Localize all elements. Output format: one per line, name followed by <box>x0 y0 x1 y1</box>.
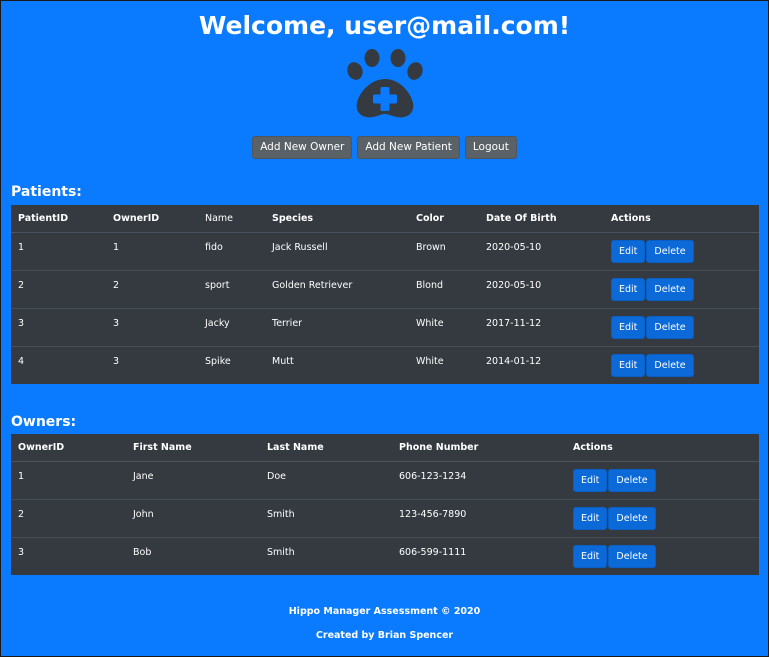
column-header-name: Name <box>198 205 265 233</box>
cell-color: White <box>409 346 479 384</box>
edit-owner-button[interactable]: Edit <box>573 545 608 568</box>
add-new-owner-button[interactable]: Add New Owner <box>252 136 353 159</box>
patients-heading: Patients: <box>11 184 82 200</box>
column-header-owner-id: OwnerID <box>11 434 126 462</box>
cell-name: Spike <box>198 346 265 384</box>
owners-header-row: OwnerID First Name Last Name Phone Numbe… <box>11 434 759 462</box>
cell-last-name: Doe <box>260 461 392 500</box>
cell-date-of-birth: 2020-05-10 <box>479 232 604 271</box>
edit-patient-button[interactable]: Edit <box>611 354 646 377</box>
delete-owner-button[interactable]: Delete <box>608 469 656 492</box>
delete-patient-button[interactable]: Delete <box>646 240 694 263</box>
column-header-phone-number: Phone Number <box>392 434 566 462</box>
cell-patient-id: 3 <box>11 308 106 347</box>
table-row: 3 3 Jacky Terrier White 2017-11-12 Edit D… <box>11 308 759 347</box>
page-title: Welcome, user@mail.com! <box>198 11 571 40</box>
cell-first-name: John <box>126 499 260 538</box>
delete-owner-button[interactable]: Delete <box>608 545 656 568</box>
table-row: 2 John Smith 123-456-7890 Edit Delete <box>11 499 759 538</box>
table-row: 1 1 fido Jack Russell Brown 2020-05-10 E… <box>11 232 759 271</box>
footer-copyright: Hippo Manager Assessment © 2020 <box>288 606 481 617</box>
edit-owner-button[interactable]: Edit <box>573 507 608 530</box>
footer-credit: Created by Brian Spencer <box>315 630 454 641</box>
patients-table: PatientID OwnerID Name Species Color Dat… <box>11 205 759 384</box>
cell-patient-id: 1 <box>11 232 106 271</box>
column-header-species: Species <box>265 205 409 233</box>
column-header-owner-id: OwnerID <box>106 205 198 233</box>
edit-patient-button[interactable]: Edit <box>611 278 646 301</box>
cell-date-of-birth: 2020-05-10 <box>479 270 604 309</box>
delete-patient-button[interactable]: Delete <box>646 354 694 377</box>
cell-species: Mutt <box>265 346 409 384</box>
owners-table: OwnerID First Name Last Name Phone Numbe… <box>11 434 759 575</box>
table-row: 2 2 sport Golden Retriever Blond 2020-05… <box>11 270 759 309</box>
cell-phone-number: 606-123-1234 <box>392 461 566 500</box>
cell-owner-id: 1 <box>11 461 126 500</box>
cell-date-of-birth: 2017-11-12 <box>479 308 604 347</box>
cell-actions: Edit Delete <box>566 537 759 575</box>
cell-species: Jack Russell <box>265 232 409 271</box>
cell-name: sport <box>198 270 265 309</box>
cell-phone-number: 606-599-1111 <box>392 537 566 575</box>
column-header-actions: Actions <box>604 205 759 233</box>
patients-header-row: PatientID OwnerID Name Species Color Dat… <box>11 205 759 233</box>
delete-owner-button[interactable]: Delete <box>608 507 656 530</box>
cell-owner-id: 2 <box>11 499 126 538</box>
cell-species: Golden Retriever <box>265 270 409 309</box>
column-header-color: Color <box>409 205 479 233</box>
cell-owner-id: 3 <box>106 308 198 347</box>
add-new-patient-button[interactable]: Add New Patient <box>357 136 460 159</box>
cell-actions: Edit Delete <box>604 308 759 347</box>
cell-actions: Edit Delete <box>566 461 759 500</box>
table-row: 3 Bob Smith 606-599-1111 Edit Delete <box>11 537 759 575</box>
cell-phone-number: 123-456-7890 <box>392 499 566 538</box>
table-row: 1 Jane Doe 606-123-1234 Edit Delete <box>11 461 759 500</box>
cell-last-name: Smith <box>260 537 392 575</box>
cell-name: Jacky <box>198 308 265 347</box>
cell-owner-id: 3 <box>106 346 198 384</box>
column-header-first-name: First Name <box>126 434 260 462</box>
edit-owner-button[interactable]: Edit <box>573 469 608 492</box>
cell-name: fido <box>198 232 265 271</box>
cell-species: Terrier <box>265 308 409 347</box>
column-header-patient-id: PatientID <box>11 205 106 233</box>
column-header-actions: Actions <box>566 434 759 462</box>
cell-color: Blond <box>409 270 479 309</box>
cell-owner-id: 3 <box>11 537 126 575</box>
cell-first-name: Jane <box>126 461 260 500</box>
cell-color: Brown <box>409 232 479 271</box>
cell-date-of-birth: 2014-01-12 <box>479 346 604 384</box>
cell-patient-id: 2 <box>11 270 106 309</box>
edit-patient-button[interactable]: Edit <box>611 240 646 263</box>
edit-patient-button[interactable]: Edit <box>611 316 646 339</box>
cell-actions: Edit Delete <box>566 499 759 538</box>
cell-actions: Edit Delete <box>604 346 759 384</box>
logout-button[interactable]: Logout <box>464 136 517 159</box>
top-toolbar: Add New Owner Add New Patient Logout <box>0 136 769 159</box>
column-header-date-of-birth: Date Of Birth <box>479 205 604 233</box>
cell-actions: Edit Delete <box>604 232 759 271</box>
cell-patient-id: 4 <box>11 346 106 384</box>
cell-actions: Edit Delete <box>604 270 759 309</box>
column-header-last-name: Last Name <box>260 434 392 462</box>
cell-first-name: Bob <box>126 537 260 575</box>
paw-plus-icon <box>347 49 423 118</box>
cell-owner-id: 1 <box>106 232 198 271</box>
table-row: 4 3 Spike Mutt White 2014-01-12 Edit Dele… <box>11 346 759 384</box>
owners-heading: Owners: <box>11 414 77 430</box>
delete-patient-button[interactable]: Delete <box>646 316 694 339</box>
cell-color: White <box>409 308 479 347</box>
delete-patient-button[interactable]: Delete <box>646 278 694 301</box>
cell-last-name: Smith <box>260 499 392 538</box>
cell-owner-id: 2 <box>106 270 198 309</box>
